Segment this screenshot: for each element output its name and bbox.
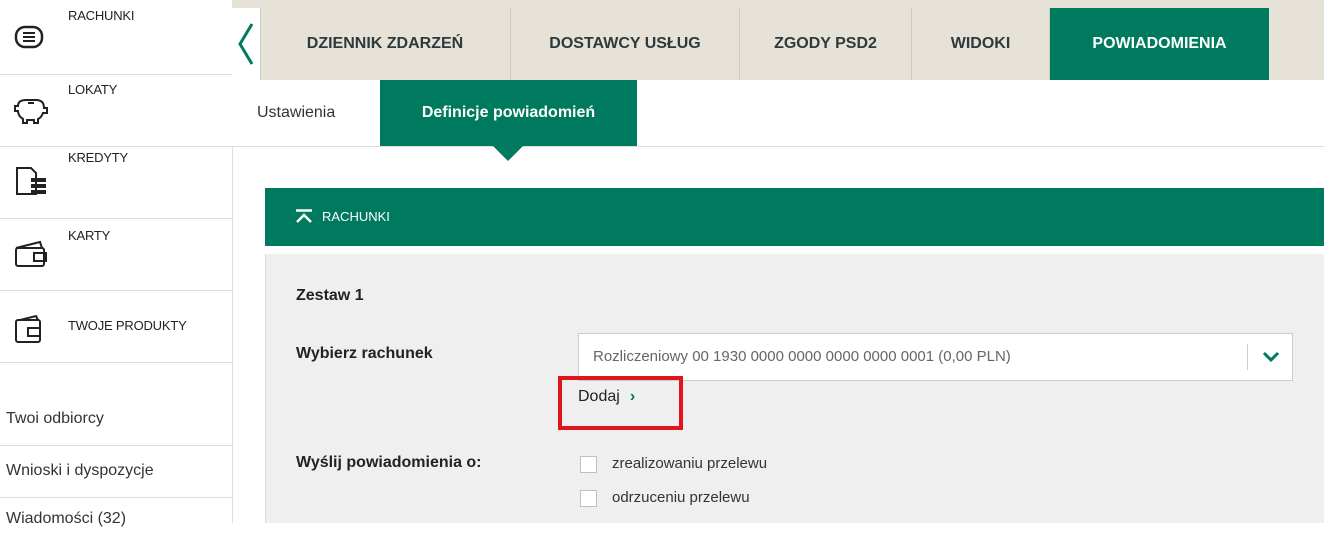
coins-document-icon [16, 167, 46, 195]
chevron-left-icon [238, 23, 254, 65]
sidebar-item-karty[interactable]: KARTY [0, 218, 232, 291]
sidebar-link-label: Wnioski i dyspozycje [6, 462, 154, 479]
tab-powiadomienia[interactable]: POWIADOMIENIA [1050, 8, 1269, 80]
sidebar-link-label: Wiadomości (32) [6, 510, 127, 527]
sidebar-item-label: LOKATY [68, 82, 118, 97]
chevron-right-icon: › [629, 388, 636, 405]
tab-zgody-psd2[interactable]: ZGODY PSD2 [740, 8, 912, 80]
tab-widoki[interactable]: WIDOKI [912, 8, 1050, 80]
subtab-ustawienia[interactable]: Ustawienia [257, 80, 335, 146]
active-subtab-pointer [493, 146, 523, 161]
account-select[interactable]: Rozliczeniowy 00 1930 0000 0000 0000 000… [578, 333, 1293, 381]
section-panel [265, 254, 1324, 523]
send-notifications-label: Wyślij powiadomienia o: [296, 454, 482, 471]
checkbox-odrzucenie[interactable] [580, 490, 597, 507]
account-select-value: Rozliczeniowy 00 1930 0000 0000 0000 000… [593, 348, 1011, 365]
sidebar-link-label: Twoi odbiorcy [6, 410, 104, 427]
add-button-label: Dodaj [578, 388, 620, 405]
sidebar-item-label: RACHUNKI [68, 8, 135, 23]
top-navigation: DZIENNIK ZDARZEŃ DOSTAWCY USŁUG ZGODY PS… [232, 0, 1324, 80]
tab-dziennik-zdarzen[interactable]: DZIENNIK ZDARZEŃ [260, 8, 511, 80]
section-header-rachunki[interactable]: RACHUNKI [265, 188, 1324, 246]
sidebar-item-label: KARTY [68, 228, 111, 243]
sidebar-item-label: TWOJE PRODUKTY [68, 318, 187, 333]
sidebar-item-kredyty[interactable]: KREDYTY [0, 146, 232, 219]
piggy-bank-icon [14, 99, 48, 124]
account-label: Wybierz rachunek [296, 345, 433, 362]
collapse-up-icon [296, 209, 312, 223]
tab-dostawcy-uslug[interactable]: DOSTAWCY USŁUG [511, 8, 740, 80]
sidebar-item-twoje-produkty[interactable]: TWOJE PRODUKTY [0, 290, 232, 363]
set-label: Zestaw 1 [296, 287, 364, 304]
wallet-icon [15, 314, 41, 343]
subtabs: Ustawienia Definicje powiadomień [232, 80, 1324, 147]
select-separator [1247, 344, 1248, 370]
checkbox-label: odrzuceniu przelewu [612, 489, 750, 506]
chevron-down-icon [1262, 351, 1280, 363]
add-button[interactable]: Dodaj › [578, 388, 635, 406]
checkbox-label: zrealizowaniu przelewu [612, 455, 768, 472]
sidebar-link-twoi-odbiorcy[interactable]: Twoi odbiorcy [0, 393, 232, 446]
section-title: RACHUNKI [322, 209, 390, 224]
card-wallet-icon [15, 240, 47, 267]
checkbox-zrealizowanie[interactable] [580, 456, 597, 473]
sidebar-link-wnioski[interactable]: Wnioski i dyspozycje [0, 445, 232, 498]
list-icon [14, 25, 44, 49]
sidebar-link-wiadomosci[interactable]: Wiadomości (32) [0, 497, 232, 549]
sidebar-item-label: KREDYTY [68, 150, 129, 165]
nav-back-button[interactable] [232, 8, 261, 80]
sidebar: RACHUNKI LOKATY KREDYTY KARTY TWOJE PROD… [0, 0, 233, 527]
subtab-definicje-powiadomien[interactable]: Definicje powiadomień [380, 80, 637, 146]
